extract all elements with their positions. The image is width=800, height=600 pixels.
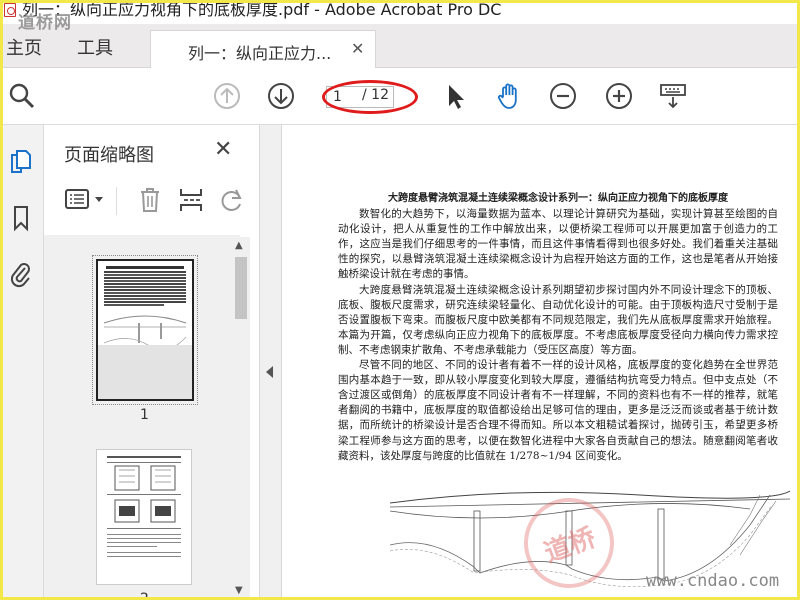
attachment-icon[interactable] xyxy=(6,259,36,289)
tab-document[interactable]: 列一：纵向正应力... ✕ xyxy=(150,30,376,69)
tab-close-button[interactable]: ✕ xyxy=(351,39,364,58)
document-paragraph-1: 数智化的大趋势下，以海量数据为蓝本、以理论计算研究为基础，实现计算甚至绘图的自动… xyxy=(338,208,778,281)
panel-title: 页面缩略图 xyxy=(64,145,154,166)
tab-bar: 主页 工具 列一：纵向正应力... ✕ xyxy=(0,24,800,69)
trash-icon[interactable] xyxy=(136,185,164,215)
collapse-arrow-icon[interactable] xyxy=(266,366,273,378)
watermark-top-left: 道桥网 xyxy=(18,13,72,33)
pdf-file-icon xyxy=(4,3,16,17)
left-rail xyxy=(0,125,44,600)
watermark-bottom-right: www.cndao.com xyxy=(646,571,780,591)
thumbnail-page-2[interactable] xyxy=(96,449,192,585)
thumbnail-scrollbar[interactable]: ▲ ▼ xyxy=(232,237,250,600)
document-paragraph-2: 大跨度悬臂浇筑混凝土连续梁概念设计系列期望初步探讨国内外不同设计理念下的顶板、底… xyxy=(338,283,778,356)
scroll-down-arrow[interactable]: ▼ xyxy=(235,585,243,596)
thumbnail-label-2: 2 xyxy=(140,591,149,600)
thumbnail-list: 1 2 xyxy=(44,235,240,600)
title-bar: 列一：纵向正应力视角下的底板厚度.pdf - Adobe Acrobat Pro… xyxy=(0,0,800,24)
zoom-in-icon[interactable] xyxy=(603,80,635,112)
document-heading: 大跨度悬臂浇筑混凝土连续梁概念设计系列一：纵向正应力视角下的底板厚度 xyxy=(388,193,728,204)
page-down-icon[interactable] xyxy=(265,80,297,112)
page-up-icon[interactable] xyxy=(211,80,243,112)
select-arrow-icon[interactable] xyxy=(439,80,471,112)
thumbnail-page-2-preview xyxy=(107,456,181,557)
thumbnail-page-1[interactable] xyxy=(92,255,198,405)
thumbnail-label-1: 1 xyxy=(140,407,149,423)
insert-page-icon[interactable] xyxy=(176,185,206,215)
nav-tools[interactable]: 工具 xyxy=(77,34,113,60)
zoom-out-icon[interactable] xyxy=(547,80,579,112)
scroll-up-arrow[interactable]: ▲ xyxy=(235,240,243,251)
document-page: 大跨度悬臂浇筑混凝土连续梁概念设计系列一：纵向正应力视角下的底板厚度 数智化的大… xyxy=(338,191,778,464)
search-icon[interactable] xyxy=(6,80,38,112)
window-title: 列一：纵向正应力视角下的底板厚度.pdf - Adobe Acrobat Pro… xyxy=(22,0,502,19)
hand-icon[interactable] xyxy=(493,80,525,112)
bookmark-icon[interactable] xyxy=(6,203,36,233)
panel-separator xyxy=(116,187,117,215)
options-menu-icon[interactable] xyxy=(64,185,108,215)
panel-close-button[interactable]: ✕ xyxy=(214,137,232,162)
nav-home[interactable]: 主页 xyxy=(6,34,42,60)
scroll-thumb[interactable] xyxy=(235,257,247,319)
highlight-ellipse xyxy=(322,80,418,114)
tab-document-label: 列一：纵向正应力... xyxy=(188,44,332,63)
page-thumbnails-icon[interactable] xyxy=(6,147,36,177)
document-paragraph-3: 尽管不同的地区、不同的设计者有着不一样的设计风格，底板厚度的变化趋势在全世界范围… xyxy=(338,359,778,462)
keyboard-icon[interactable] xyxy=(657,80,689,112)
panel-splitter[interactable] xyxy=(260,125,282,600)
thumbnail-page-1-preview xyxy=(98,266,192,399)
rotate-icon[interactable] xyxy=(218,185,244,215)
thumbnail-panel: 页面缩略图 ✕ 1 2 ▲ ▼ xyxy=(44,125,260,600)
